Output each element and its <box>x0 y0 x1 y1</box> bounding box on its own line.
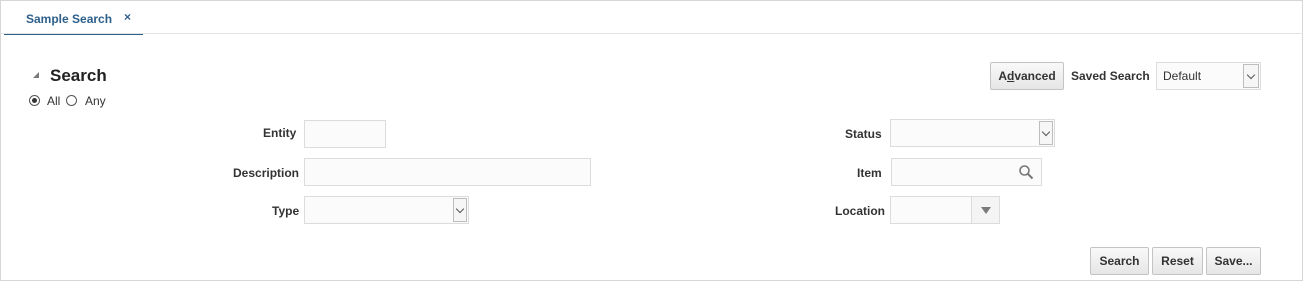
radio-all-label[interactable]: All <box>47 94 60 108</box>
status-label: Status <box>845 127 882 141</box>
tab-sample-search[interactable]: Sample Search × <box>4 2 143 35</box>
advanced-label-prefix: A <box>998 69 1007 83</box>
type-select[interactable] <box>304 196 469 224</box>
description-input[interactable] <box>304 158 591 186</box>
reset-button[interactable]: Reset <box>1152 247 1203 275</box>
radio-any[interactable] <box>66 95 77 106</box>
magnifier-icon[interactable] <box>1018 164 1034 180</box>
search-title: Search <box>50 66 107 85</box>
status-select[interactable] <box>890 119 1055 147</box>
saved-search-select[interactable]: Default <box>1156 62 1261 90</box>
entity-input[interactable] <box>304 120 386 148</box>
location-combobox[interactable] <box>890 196 1000 224</box>
item-label: Item <box>857 166 882 180</box>
triangle-down-icon[interactable] <box>971 197 999 223</box>
radio-all[interactable] <box>29 95 40 106</box>
triangle-collapse-icon[interactable] <box>33 72 39 78</box>
radio-any-label[interactable]: Any <box>85 94 106 108</box>
tab-divider <box>0 33 1303 34</box>
panel-frame <box>0 0 1303 281</box>
chevron-down-icon[interactable] <box>1243 64 1259 88</box>
save-button[interactable]: Save... <box>1206 247 1261 275</box>
type-label: Type <box>272 204 300 218</box>
advanced-label-suffix: vanced <box>1014 69 1056 83</box>
chevron-down-icon[interactable] <box>453 198 467 222</box>
item-input[interactable] <box>891 158 1042 186</box>
tab-label[interactable]: Sample Search <box>26 12 112 26</box>
saved-search-label: Saved Search <box>1071 69 1150 83</box>
location-label: Location <box>835 204 885 218</box>
search-button[interactable]: Search <box>1090 247 1149 275</box>
advanced-button[interactable]: Advanced <box>990 62 1064 90</box>
saved-search-value: Default <box>1163 69 1202 83</box>
chevron-down-icon[interactable] <box>1039 121 1053 145</box>
close-icon[interactable]: × <box>124 10 131 24</box>
description-label: Description <box>233 166 300 180</box>
entity-label: Entity <box>263 126 297 140</box>
